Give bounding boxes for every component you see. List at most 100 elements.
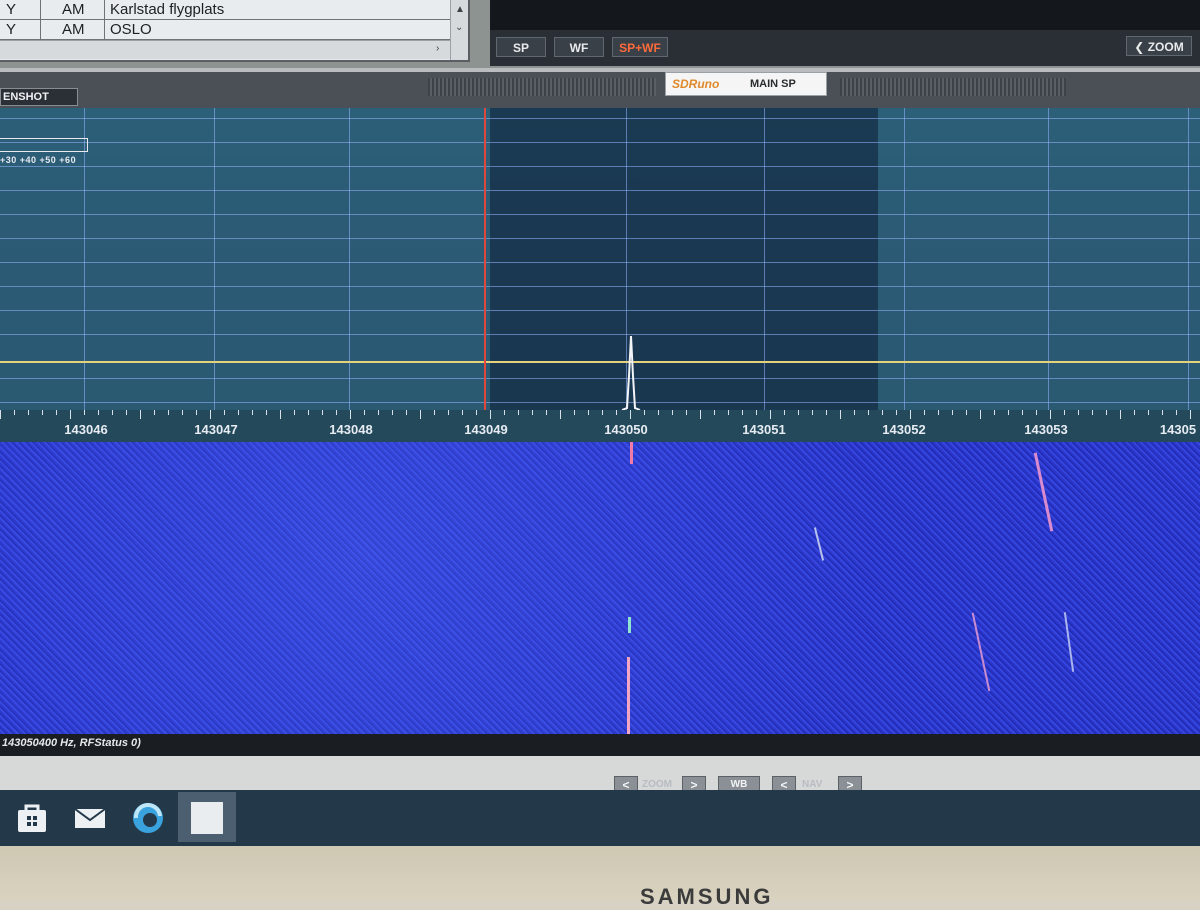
axis-tick bbox=[840, 410, 841, 419]
memory-row[interactable]: Y AM OSLO bbox=[0, 20, 450, 40]
frequency-label: 143049 bbox=[464, 422, 508, 437]
axis-tick bbox=[630, 410, 631, 419]
drift-trace bbox=[1063, 612, 1075, 672]
axis-tick bbox=[854, 410, 855, 415]
axis-tick bbox=[574, 410, 575, 415]
axis-tick bbox=[294, 410, 295, 415]
axis-tick bbox=[994, 410, 995, 415]
sp-wf-button[interactable]: SP+WF bbox=[612, 37, 668, 57]
memory-list-panel: Y AM Karlstad flygplats Y AM OSLO › ▲ ⌄ bbox=[0, 0, 470, 62]
chevron-down-icon[interactable]: ⌄ bbox=[455, 22, 463, 33]
drift-trace bbox=[971, 612, 991, 692]
memory-row-flag: Y bbox=[6, 1, 17, 18]
axis-tick bbox=[1050, 410, 1051, 419]
axis-tick bbox=[490, 410, 491, 419]
status-bar: 143050400 Hz, RFStatus 0) bbox=[0, 734, 1200, 756]
axis-tick bbox=[350, 410, 351, 419]
bottom-panel bbox=[0, 756, 1200, 790]
memory-row-name: OSLO bbox=[110, 21, 152, 38]
axis-tick bbox=[1134, 410, 1135, 415]
store-icon[interactable] bbox=[12, 798, 52, 838]
axis-tick bbox=[140, 410, 141, 419]
axis-tick bbox=[1036, 410, 1037, 415]
axis-tick bbox=[280, 410, 281, 419]
axis-tick bbox=[602, 410, 603, 415]
spectrum-display[interactable]: +30 +40 +50 +60 bbox=[0, 108, 1200, 410]
axis-tick bbox=[756, 410, 757, 415]
axis-tick bbox=[980, 410, 981, 419]
memory-list-hscrollbar[interactable]: › bbox=[0, 40, 450, 59]
monitor-bezel bbox=[0, 846, 1200, 900]
axis-tick bbox=[1162, 410, 1163, 415]
axis-tick bbox=[266, 410, 267, 415]
axis-tick bbox=[910, 410, 911, 419]
axis-tick bbox=[14, 410, 15, 415]
edge-browser-icon[interactable] bbox=[128, 798, 168, 838]
axis-tick bbox=[1008, 410, 1009, 415]
chevron-right-icon[interactable]: › bbox=[436, 43, 439, 54]
axis-tick bbox=[1078, 410, 1079, 415]
axis-tick bbox=[406, 410, 407, 415]
axis-tick bbox=[196, 410, 197, 415]
zoom-button[interactable]: ❮ ZOOM bbox=[1126, 36, 1192, 56]
wf-button[interactable]: WF bbox=[554, 37, 604, 57]
axis-tick bbox=[658, 410, 659, 415]
axis-tick bbox=[210, 410, 211, 419]
axis-tick bbox=[1148, 410, 1149, 415]
mail-icon[interactable] bbox=[70, 798, 110, 838]
chevron-left-icon: ❮ bbox=[1134, 40, 1145, 54]
zoom-label: ZOOM bbox=[1147, 40, 1184, 54]
frequency-label: 14305 bbox=[1159, 422, 1197, 437]
signal-peak bbox=[621, 335, 641, 410]
carrier-trace bbox=[628, 617, 631, 633]
memory-row-flag: Y bbox=[6, 21, 17, 38]
waterfall-display[interactable] bbox=[0, 442, 1200, 734]
axis-tick bbox=[0, 410, 1, 419]
axis-tick bbox=[616, 410, 617, 415]
scale-indicator bbox=[0, 138, 88, 152]
axis-tick bbox=[812, 410, 813, 415]
axis-tick bbox=[672, 410, 673, 415]
axis-tick bbox=[1106, 410, 1107, 415]
axis-tick bbox=[1120, 410, 1121, 419]
axis-tick bbox=[896, 410, 897, 415]
axis-tick bbox=[938, 410, 939, 415]
axis-tick bbox=[98, 410, 99, 415]
axis-tick bbox=[84, 410, 85, 415]
column-divider bbox=[40, 0, 41, 40]
carrier-trace bbox=[627, 657, 630, 734]
memory-row-name: Karlstad flygplats bbox=[110, 1, 225, 18]
axis-tick bbox=[154, 410, 155, 415]
frequency-label: 143052 bbox=[882, 422, 926, 437]
chevron-up-icon[interactable]: ▲ bbox=[455, 4, 465, 15]
axis-tick bbox=[1064, 410, 1065, 415]
axis-tick bbox=[168, 410, 169, 415]
column-divider bbox=[104, 0, 105, 40]
memory-list-scrollbar[interactable]: ▲ ⌄ bbox=[450, 0, 468, 60]
axis-tick bbox=[1176, 410, 1177, 415]
axis-tick bbox=[112, 410, 113, 415]
axis-tick bbox=[378, 410, 379, 415]
frequency-label: 143050 bbox=[604, 422, 648, 437]
axis-tick bbox=[1022, 410, 1023, 415]
frequency-axis[interactable]: 143046 143047 143048 143049 143050 14305… bbox=[0, 410, 1200, 444]
axis-tick bbox=[434, 410, 435, 415]
axis-tick bbox=[798, 410, 799, 415]
scale-labels: +30 +40 +50 +60 bbox=[0, 155, 77, 165]
axis-tick bbox=[588, 410, 589, 415]
screenshot-button[interactable]: ENSHOT bbox=[0, 88, 78, 106]
window-title-badge: SDRuno MAIN SP bbox=[665, 72, 827, 96]
memory-row-mode: AM bbox=[62, 21, 85, 38]
axis-tick bbox=[742, 410, 743, 415]
memory-row-mode: AM bbox=[62, 1, 85, 18]
sp-button[interactable]: SP bbox=[496, 37, 546, 57]
axis-tick bbox=[1092, 410, 1093, 415]
carrier-trace bbox=[630, 442, 633, 464]
active-app-icon[interactable] bbox=[187, 798, 227, 838]
axis-tick bbox=[644, 410, 645, 415]
memory-row[interactable]: Y AM Karlstad flygplats bbox=[0, 0, 450, 20]
axis-tick bbox=[42, 410, 43, 415]
axis-tick bbox=[224, 410, 225, 415]
axis-tick bbox=[546, 410, 547, 415]
axis-tick bbox=[448, 410, 449, 415]
